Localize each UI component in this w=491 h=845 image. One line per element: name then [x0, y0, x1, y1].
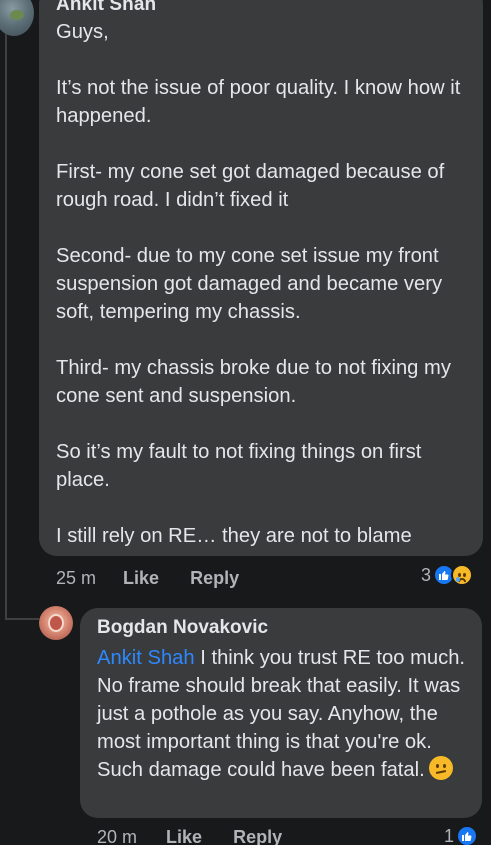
comment-time[interactable]: 20 m	[97, 827, 137, 845]
comment-meta: 25 m Like Reply	[56, 568, 239, 589]
comment-paragraph: First- my cone set got damaged because o…	[56, 161, 445, 211]
comment-paragraph: Third- my chassis broke due to not fixin…	[56, 357, 451, 407]
comment-text: Guys, It’s not the issue of poor quality…	[56, 18, 476, 550]
avatar[interactable]	[0, 0, 34, 36]
comment-paragraph: I still rely on RE… they are not to blam…	[56, 525, 412, 547]
comment-author[interactable]: Bogdan Novakovic	[97, 617, 268, 639]
reaction-summary[interactable]: 3	[421, 564, 474, 586]
comment-text: Ankit Shah I think you trust RE too much…	[97, 644, 472, 784]
reaction-count: 1	[444, 825, 455, 845]
comment-paragraph: It’s not the issue of poor quality. I kn…	[56, 77, 461, 127]
reaction-summary[interactable]: 1	[444, 825, 479, 845]
avatar[interactable]	[39, 606, 73, 640]
thread-connector	[5, 618, 39, 620]
comment-paragraph: Guys,	[56, 21, 109, 43]
comment-author[interactable]: Ankit Shah	[56, 0, 156, 16]
reaction-count: 3	[421, 564, 432, 585]
comment-paragraph: So it’s my fault to not fixing things on…	[56, 441, 422, 491]
like-icon	[456, 825, 479, 845]
sad-icon	[451, 564, 474, 586]
reply-button[interactable]: Reply	[233, 827, 282, 845]
like-button[interactable]: Like	[166, 827, 202, 845]
comment-meta: 20 m Like Reply	[97, 827, 282, 845]
comment-time[interactable]: 25 m	[56, 568, 96, 589]
comment-paragraph: Second- due to my cone set issue my fron…	[56, 245, 443, 323]
thread-line	[5, 28, 7, 620]
mention-link[interactable]: Ankit Shah	[97, 647, 195, 669]
reply-button[interactable]: Reply	[190, 568, 239, 589]
like-button[interactable]: Like	[123, 568, 159, 589]
confused-icon	[428, 756, 453, 780]
